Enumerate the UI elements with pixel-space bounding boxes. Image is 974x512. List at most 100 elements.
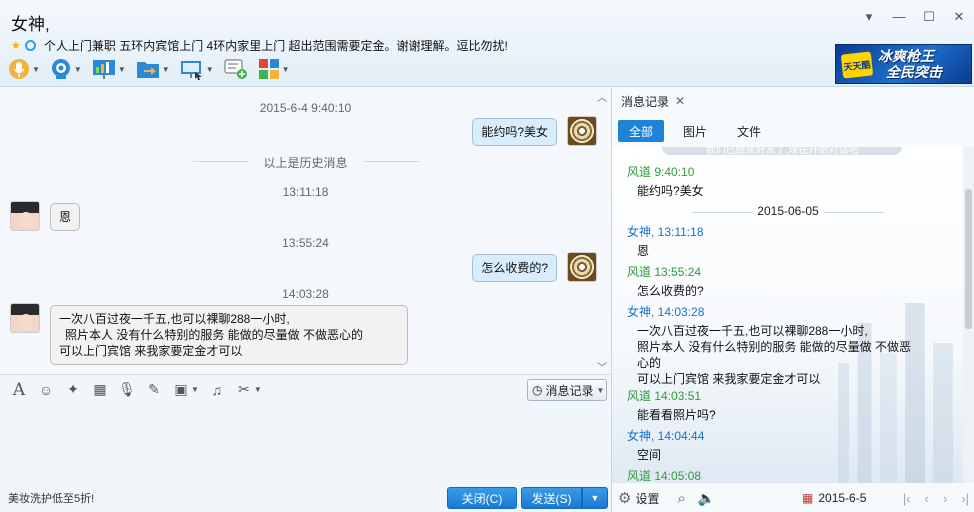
edit-icon[interactable]: ✎ xyxy=(145,381,163,399)
presentation-icon xyxy=(92,60,115,79)
record-scrollbar[interactable] xyxy=(963,147,974,483)
prev-page-icon[interactable]: ‹ xyxy=(925,491,929,506)
video-clip-icon[interactable]: ▦ xyxy=(91,381,109,399)
background-skyline xyxy=(824,303,964,483)
send-button[interactable]: 发送(S) xyxy=(521,487,582,509)
search-icon[interactable]: ⌕ xyxy=(677,490,685,507)
chevron-down-icon[interactable]: ▼ xyxy=(74,65,82,74)
qq-status-icon xyxy=(24,40,36,51)
record-message: 恩 xyxy=(637,244,650,258)
scissors-icon[interactable]: ✂ xyxy=(235,381,253,399)
record-list[interactable]: 我们已经是好友了,现在开始对话吧 风道 9:40:10 能约吗?美女 2015-06… xyxy=(612,147,964,483)
input-toolbar: A ☺ ✦ ▦ 🎙 ✎ ▣ ▼ ♫ ✂ ▼ ◷ 消息记录 ▼ xyxy=(0,374,611,404)
scroll-down-icon[interactable]: ﹀ xyxy=(597,359,607,373)
avatar[interactable] xyxy=(567,116,597,146)
emoji-icon[interactable]: ☺ xyxy=(37,381,55,399)
remote-desktop-button[interactable]: ▼ xyxy=(180,56,214,82)
chevron-down-icon[interactable]: ▼ xyxy=(32,65,40,74)
speaker-icon[interactable]: 🔈 xyxy=(698,490,715,507)
message-record-panel: 消息记录 ✕ 全部 图片 文件 我们已经是好友了,现在开始对话吧 风道 9:40… xyxy=(611,86,974,512)
chevron-down-icon[interactable]: ▼ xyxy=(162,65,170,74)
first-page-icon[interactable]: |‹ xyxy=(903,491,911,506)
record-message: 能看看照片吗? xyxy=(637,408,716,422)
record-sender: 风道 14:03:51 xyxy=(627,389,702,403)
record-message: 能约吗?美女 xyxy=(637,184,704,198)
message-bubble: 一次八百过夜一千五,也可以裸聊288一小时, 照片本人 没有什么特别的服务 能做… xyxy=(50,305,408,365)
apps-button[interactable]: ▼ xyxy=(258,56,290,82)
music-icon[interactable]: ♫ xyxy=(208,381,226,399)
record-message: 怎么收费的? xyxy=(637,284,704,298)
scroll-thumb[interactable] xyxy=(965,189,972,329)
close-button[interactable]: 关闭(C) xyxy=(447,487,517,509)
record-footer: ⚙ 设置 ⌕ 🔈 ▦ 2015-6-5 |‹ ‹ › ›| xyxy=(612,483,974,512)
minimize-button[interactable]: — xyxy=(892,9,906,25)
chevron-down-icon[interactable]: ▼ xyxy=(191,385,199,394)
filter-all[interactable]: 全部 xyxy=(618,120,665,142)
divider xyxy=(364,161,419,162)
filter-files[interactable]: 文件 xyxy=(726,120,772,142)
chevron-down-icon[interactable]: ▼ xyxy=(206,65,214,74)
avatar[interactable] xyxy=(567,252,597,282)
ad-banner[interactable]: 天天酷 冰爽枪王 全民突击 xyxy=(835,44,972,84)
record-message: 空间 xyxy=(637,448,662,462)
maximize-button[interactable]: ☐ xyxy=(922,9,936,25)
contact-signature: 个人上门兼职 五环内宾馆上门 4环内家里上门 超出范围需要定金。谢谢理解。逗比勿… xyxy=(43,39,508,53)
record-message: 可以上门宾馆 来我家要定金才可以 xyxy=(637,372,821,386)
contact-name: 女神, xyxy=(11,15,50,34)
message-history[interactable]: ︿ 2015-6-4 9:40:10 能约吗?美女 以上是历史消息 13:11:… xyxy=(0,87,611,373)
font-icon[interactable]: A xyxy=(10,380,28,400)
close-tab-icon[interactable]: ✕ xyxy=(675,94,685,108)
avatar[interactable] xyxy=(10,303,40,333)
message-timestamp: 13:55:24 xyxy=(282,236,329,250)
image-icon[interactable]: ▣ xyxy=(172,381,190,399)
record-filters: 全部 图片 文件 xyxy=(618,120,772,142)
settings-label[interactable]: 设置 xyxy=(635,490,659,507)
clock-icon: ◷ xyxy=(532,383,543,397)
gear-icon[interactable]: ⚙ xyxy=(618,489,631,507)
message-timestamp: 13:11:18 xyxy=(282,185,329,199)
chevron-down-icon: ▼ xyxy=(596,385,605,395)
record-sender: 女神, 13:11:18 xyxy=(627,225,704,239)
avatar[interactable] xyxy=(10,201,40,231)
chevron-down-icon[interactable]: ▼ xyxy=(118,65,126,74)
send-file-button[interactable]: ▼ xyxy=(136,56,170,82)
close-window-button[interactable]: ✕ xyxy=(952,9,966,25)
record-sender: 风道 13:55:24 xyxy=(627,265,702,279)
message-timestamp: 14:03:28 xyxy=(282,287,329,301)
record-sender: 女神, 14:03:28 xyxy=(627,305,705,319)
send-options-button[interactable]: ▼ xyxy=(582,487,608,509)
create-group-button[interactable] xyxy=(224,56,248,82)
promo-link[interactable]: 美妆洗护低至5折! xyxy=(8,490,94,506)
camera-icon xyxy=(51,59,70,79)
message-bubble: 能约吗?美女 xyxy=(472,118,557,146)
magic-wand-icon[interactable]: ✦ xyxy=(64,381,82,399)
next-page-icon[interactable]: › xyxy=(943,491,947,506)
window-controls: ▾ — ☐ ✕ xyxy=(862,9,966,25)
message-input[interactable] xyxy=(0,405,611,481)
signature-line: ★ 个人上门兼职 五环内宾馆上门 4环内家里上门 超出范围需要定金。谢谢理解。逗… xyxy=(11,37,508,54)
history-divider-label: 以上是历史消息 xyxy=(263,156,348,170)
record-message: 照片本人 没有什么特别的服务 能做的尽量做 不做恶 xyxy=(637,340,912,354)
tab-message-record[interactable]: 消息记录 ✕ xyxy=(612,87,974,115)
record-message: 心的 xyxy=(637,356,662,370)
record-sender: 女神, 14:04:44 xyxy=(627,429,705,443)
voice-call-button[interactable]: ▼ xyxy=(8,56,40,82)
chat-plus-icon xyxy=(224,59,247,79)
video-call-button[interactable]: ▼ xyxy=(50,56,82,82)
message-bubble: 怎么收费的? xyxy=(472,254,557,282)
bottom-bar: 美妆洗护低至5折! 关闭(C) 发送(S) ▼ xyxy=(0,479,611,512)
screen-share-button[interactable]: ▼ xyxy=(92,56,126,82)
ad-title: 冰爽枪王 全民突击 xyxy=(878,48,942,80)
chevron-down-icon[interactable]: ▼ xyxy=(254,385,262,394)
calendar-icon: ▦ xyxy=(802,491,814,505)
date-picker[interactable]: ▦ 2015-6-5 xyxy=(802,491,866,505)
voice-message-icon[interactable]: 🎙 xyxy=(118,381,136,399)
chat-toolbar: ▼ ▼ ▼ ▼ ▼ ▼ xyxy=(8,56,290,82)
chat-panel: ︿ 2015-6-4 9:40:10 能约吗?美女 以上是历史消息 13:11:… xyxy=(0,86,611,512)
message-history-button[interactable]: ◷ 消息记录 ▼ xyxy=(527,379,607,401)
filter-images[interactable]: 图片 xyxy=(672,120,718,142)
window-menu-button[interactable]: ▾ xyxy=(862,9,876,25)
folder-transfer-icon xyxy=(136,62,159,78)
last-page-icon[interactable]: ›| xyxy=(961,491,969,506)
chevron-down-icon[interactable]: ▼ xyxy=(282,65,290,74)
